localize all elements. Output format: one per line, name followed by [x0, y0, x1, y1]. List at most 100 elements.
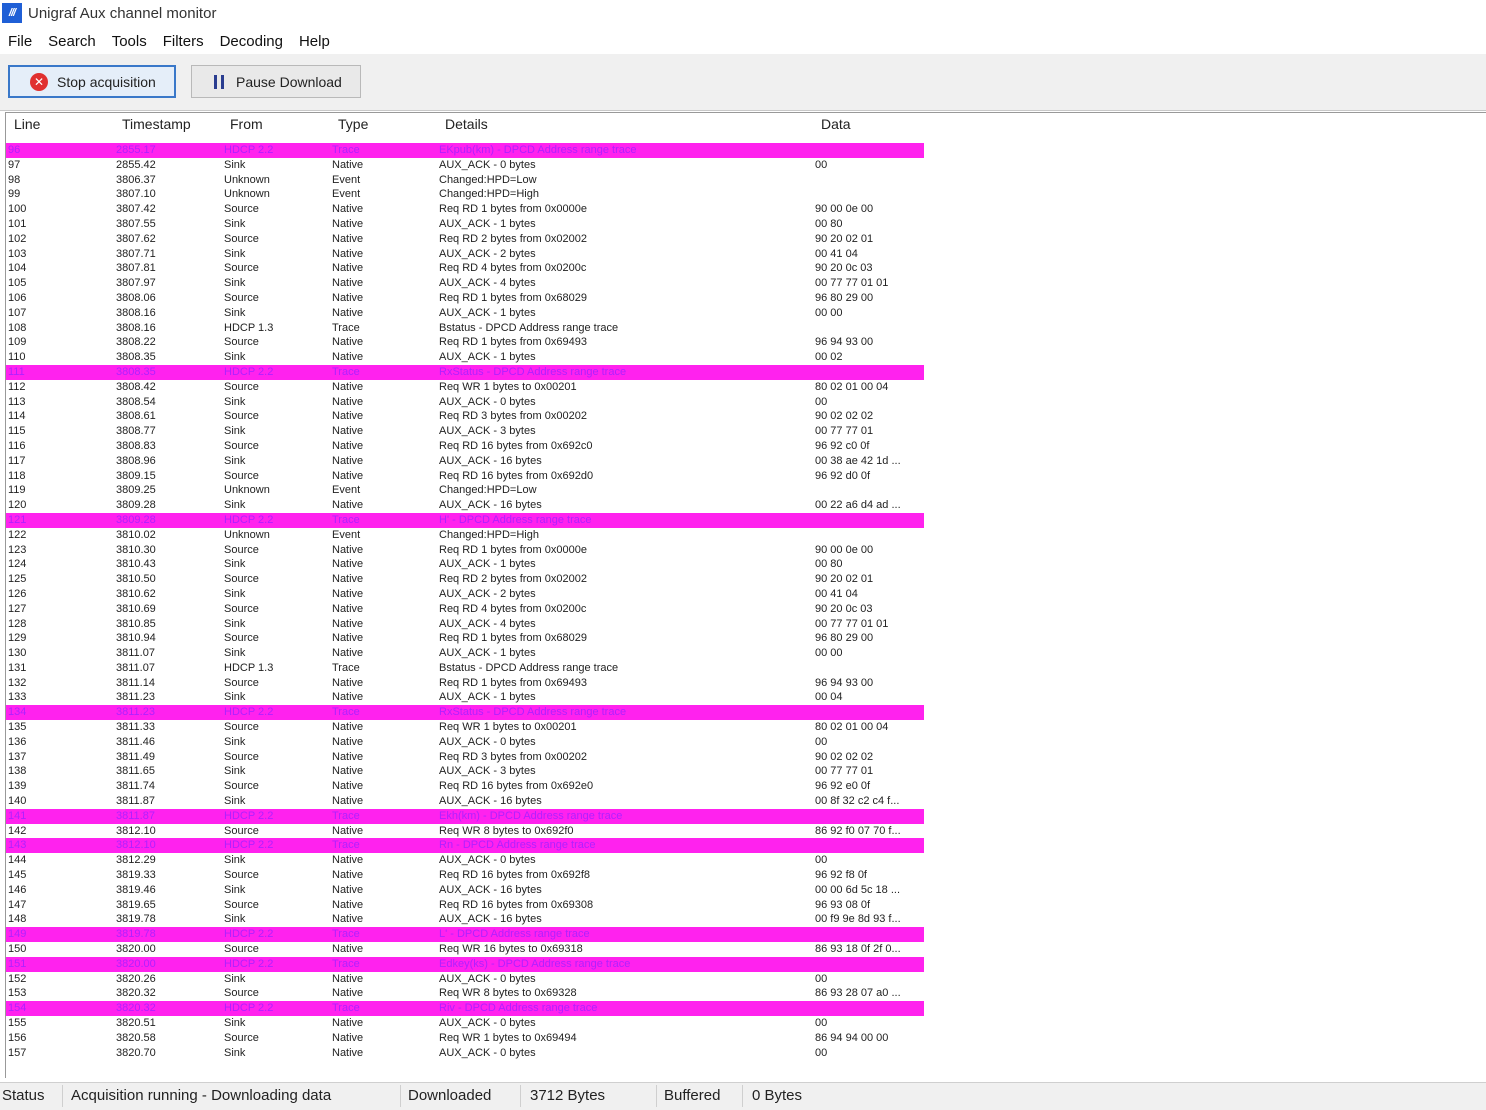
- table-row[interactable]: 115 3808.77 Sink Native AUX_ACK - 3 bytes 00 …: [6, 424, 924, 439]
- table-row[interactable]: 133 3811.23 Sink Native AUX_ACK - 1 bytes 00 …: [6, 690, 924, 705]
- cell-line: 140: [8, 795, 27, 808]
- trace-table[interactable]: Line Timestamp From Type Details Data 96…: [5, 112, 1486, 1078]
- table-row-trace[interactable]: 134 3811.23 HDCP 2.2 Trace RxStatus - DPCD A…: [6, 705, 924, 721]
- table-row[interactable]: 137 3811.49 Source Native Req RD 3 bytes fro…: [6, 750, 924, 765]
- table-row[interactable]: 106 3808.06 Source Native Req RD 1 bytes fro…: [6, 291, 924, 306]
- table-row[interactable]: 103 3807.71 Sink Native AUX_ACK - 2 bytes 00 …: [6, 247, 924, 262]
- table-row[interactable]: 109 3808.22 Source Native Req RD 1 bytes fro…: [6, 335, 924, 350]
- cell-type: Native: [332, 913, 364, 926]
- table-row-trace[interactable]: 141 3811.87 HDCP 2.2 Trace Ekh(km) - DPCD Ad…: [6, 808, 924, 824]
- table-row[interactable]: 142 3812.10 Source Native Req WR 8 bytes to …: [6, 824, 924, 839]
- column-header-from[interactable]: From: [230, 116, 263, 132]
- menu-decoding[interactable]: Decoding: [212, 33, 291, 50]
- table-row-trace[interactable]: 149 3819.78 HDCP 2.2 Trace L' - DPCD Address…: [6, 927, 924, 943]
- table-row[interactable]: 153 3820.32 Source Native Req WR 8 bytes to …: [6, 986, 924, 1001]
- table-row[interactable]: 155 3820.51 Sink Native AUX_ACK - 0 bytes 00: [6, 1016, 924, 1031]
- toolbar: ✕ Stop acquisition Pause Download: [0, 54, 1486, 111]
- table-row[interactable]: 112 3808.42 Source Native Req WR 1 bytes to …: [6, 380, 924, 395]
- table-row[interactable]: 128 3810.85 Sink Native AUX_ACK - 4 bytes 00 …: [6, 617, 924, 632]
- table-row[interactable]: 144 3812.29 Sink Native AUX_ACK - 0 bytes 00: [6, 853, 924, 868]
- cell-from: Sink: [224, 691, 246, 704]
- table-row-trace[interactable]: 151 3820.00 HDCP 2.2 Trace Edkey(ks) - DPCD …: [6, 956, 924, 972]
- menu-help[interactable]: Help: [291, 33, 338, 50]
- table-row[interactable]: 100 3807.42 Source Native Req RD 1 bytes fro…: [6, 202, 924, 217]
- stop-acquisition-button[interactable]: ✕ Stop acquisition: [8, 65, 176, 98]
- table-row[interactable]: 120 3809.28 Sink Native AUX_ACK - 16 bytes 00…: [6, 498, 924, 513]
- table-row[interactable]: 127 3810.69 Source Native Req RD 4 bytes fro…: [6, 602, 924, 617]
- cell-from: Sink: [224, 913, 246, 926]
- cell-timestamp: 3811.65: [116, 765, 155, 778]
- table-row[interactable]: 132 3811.14 Source Native Req RD 1 bytes fro…: [6, 676, 924, 691]
- table-row[interactable]: 135 3811.33 Source Native Req WR 1 bytes to …: [6, 720, 924, 735]
- table-row[interactable]: 101 3807.55 Sink Native AUX_ACK - 1 bytes 00 …: [6, 217, 924, 232]
- column-header-data[interactable]: Data: [821, 116, 851, 132]
- table-row[interactable]: 97 2855.42 Sink Native AUX_ACK - 0 bytes 00: [6, 158, 924, 173]
- table-row-trace[interactable]: 154 3820.32 HDCP 2.2 Trace Riv - DPCD Addres…: [6, 1001, 924, 1017]
- cell-from: Sink: [224, 883, 246, 896]
- cell-data: 90 00 0e 00: [815, 543, 874, 556]
- menu-search[interactable]: Search: [40, 33, 104, 50]
- table-row[interactable]: 136 3811.46 Sink Native AUX_ACK - 0 bytes 00: [6, 735, 924, 750]
- table-row[interactable]: 146 3819.46 Sink Native AUX_ACK - 16 bytes 00…: [6, 883, 924, 898]
- table-row[interactable]: 108 3808.16 HDCP 1.3 Trace Bstatus - DPCD Ad…: [6, 321, 924, 336]
- table-row[interactable]: 140 3811.87 Sink Native AUX_ACK - 16 bytes 00…: [6, 794, 924, 809]
- table-row[interactable]: 118 3809.15 Source Native Req RD 16 bytes fr…: [6, 469, 924, 484]
- table-row[interactable]: 145 3819.33 Source Native Req RD 16 bytes fr…: [6, 868, 924, 883]
- table-row[interactable]: 125 3810.50 Source Native Req RD 2 bytes fro…: [6, 572, 924, 587]
- cell-timestamp: 3819.78: [116, 928, 156, 941]
- table-row[interactable]: 148 3819.78 Sink Native AUX_ACK - 16 bytes 00…: [6, 912, 924, 927]
- table-row[interactable]: 110 3808.35 Sink Native AUX_ACK - 1 bytes 00 …: [6, 350, 924, 365]
- table-row[interactable]: 138 3811.65 Sink Native AUX_ACK - 3 bytes 00 …: [6, 764, 924, 779]
- table-row-trace[interactable]: 143 3812.10 HDCP 2.2 Trace Rn - DPCD Address…: [6, 838, 924, 854]
- cell-timestamp: 3809.25: [116, 484, 156, 497]
- cell-data: 00 41 04: [815, 587, 858, 600]
- cell-data: 96 92 f8 0f: [815, 869, 867, 882]
- cell-details: AUX_ACK - 0 bytes: [439, 854, 536, 867]
- table-row[interactable]: 129 3810.94 Source Native Req RD 1 bytes fro…: [6, 631, 924, 646]
- table-row[interactable]: 130 3811.07 Sink Native AUX_ACK - 1 bytes 00 …: [6, 646, 924, 661]
- cell-type: Event: [332, 528, 361, 541]
- table-row[interactable]: 147 3819.65 Source Native Req RD 16 bytes fr…: [6, 898, 924, 913]
- cell-from: Sink: [224, 395, 246, 408]
- cell-data: 00 00: [815, 306, 843, 319]
- table-row[interactable]: 114 3808.61 Source Native Req RD 3 bytes fro…: [6, 409, 924, 424]
- table-row[interactable]: 152 3820.26 Sink Native AUX_ACK - 0 bytes 00: [6, 972, 924, 987]
- table-row[interactable]: 156 3820.58 Source Native Req WR 1 bytes to …: [6, 1031, 924, 1046]
- table-row[interactable]: 104 3807.81 Source Native Req RD 4 bytes fro…: [6, 261, 924, 276]
- column-header-details[interactable]: Details: [445, 116, 488, 132]
- cell-type: Native: [332, 869, 364, 882]
- status-text: Acquisition running - Downloading data: [71, 1087, 332, 1104]
- table-row[interactable]: 107 3808.16 Sink Native AUX_ACK - 1 bytes 00 …: [6, 306, 924, 321]
- cell-from: Sink: [224, 587, 246, 600]
- table-row[interactable]: 117 3808.96 Sink Native AUX_ACK - 16 bytes 00…: [6, 454, 924, 469]
- table-row[interactable]: 102 3807.62 Source Native Req RD 2 bytes fro…: [6, 232, 924, 247]
- table-row-trace[interactable]: 121 3809.28 HDCP 2.2 Trace H' - DPCD Address…: [6, 512, 924, 528]
- buffered-label: Buffered: [664, 1087, 721, 1104]
- column-header-type[interactable]: Type: [338, 116, 368, 132]
- column-header-timestamp[interactable]: Timestamp: [122, 116, 191, 132]
- pause-download-button[interactable]: Pause Download: [191, 65, 361, 98]
- table-row[interactable]: 113 3808.54 Sink Native AUX_ACK - 0 bytes 00: [6, 395, 924, 410]
- table-row[interactable]: 139 3811.74 Source Native Req RD 16 bytes fr…: [6, 779, 924, 794]
- column-header-line[interactable]: Line: [14, 116, 40, 132]
- menu-file[interactable]: File: [0, 33, 40, 50]
- menu-filters[interactable]: Filters: [155, 33, 212, 50]
- cell-data: 00 80: [815, 558, 843, 571]
- menu-tools[interactable]: Tools: [104, 33, 155, 50]
- table-row[interactable]: 99 3807.10 Unknown Event Changed:HPD=High: [6, 187, 924, 202]
- table-row[interactable]: 126 3810.62 Sink Native AUX_ACK - 2 bytes 00 …: [6, 587, 924, 602]
- table-row-trace[interactable]: 111 3808.35 HDCP 2.2 Trace RxStatus - DPCD A…: [6, 364, 924, 380]
- table-row[interactable]: 122 3810.02 Unknown Event Changed:HPD=High: [6, 528, 924, 543]
- table-row[interactable]: 105 3807.97 Sink Native AUX_ACK - 4 bytes 00 …: [6, 276, 924, 291]
- table-row-trace[interactable]: 96 2855.17 HDCP 2.2 Trace EKpub(km) - DPCD A…: [6, 143, 924, 158]
- table-row[interactable]: 131 3811.07 HDCP 1.3 Trace Bstatus - DPCD Ad…: [6, 661, 924, 676]
- table-row[interactable]: 123 3810.30 Source Native Req RD 1 bytes fro…: [6, 543, 924, 558]
- table-row[interactable]: 150 3820.00 Source Native Req WR 16 bytes to…: [6, 942, 924, 957]
- table-row[interactable]: 124 3810.43 Sink Native AUX_ACK - 1 bytes 00 …: [6, 557, 924, 572]
- table-row[interactable]: 119 3809.25 Unknown Event Changed:HPD=Low: [6, 483, 924, 498]
- cell-data: 86 93 18 0f 2f 0...: [815, 943, 901, 956]
- table-row[interactable]: 157 3820.70 Sink Native AUX_ACK - 0 bytes 00: [6, 1046, 924, 1061]
- cell-from: Unknown: [224, 484, 270, 497]
- table-row[interactable]: 116 3808.83 Source Native Req RD 16 bytes fr…: [6, 439, 924, 454]
- table-row[interactable]: 98 3806.37 Unknown Event Changed:HPD=Low: [6, 173, 924, 188]
